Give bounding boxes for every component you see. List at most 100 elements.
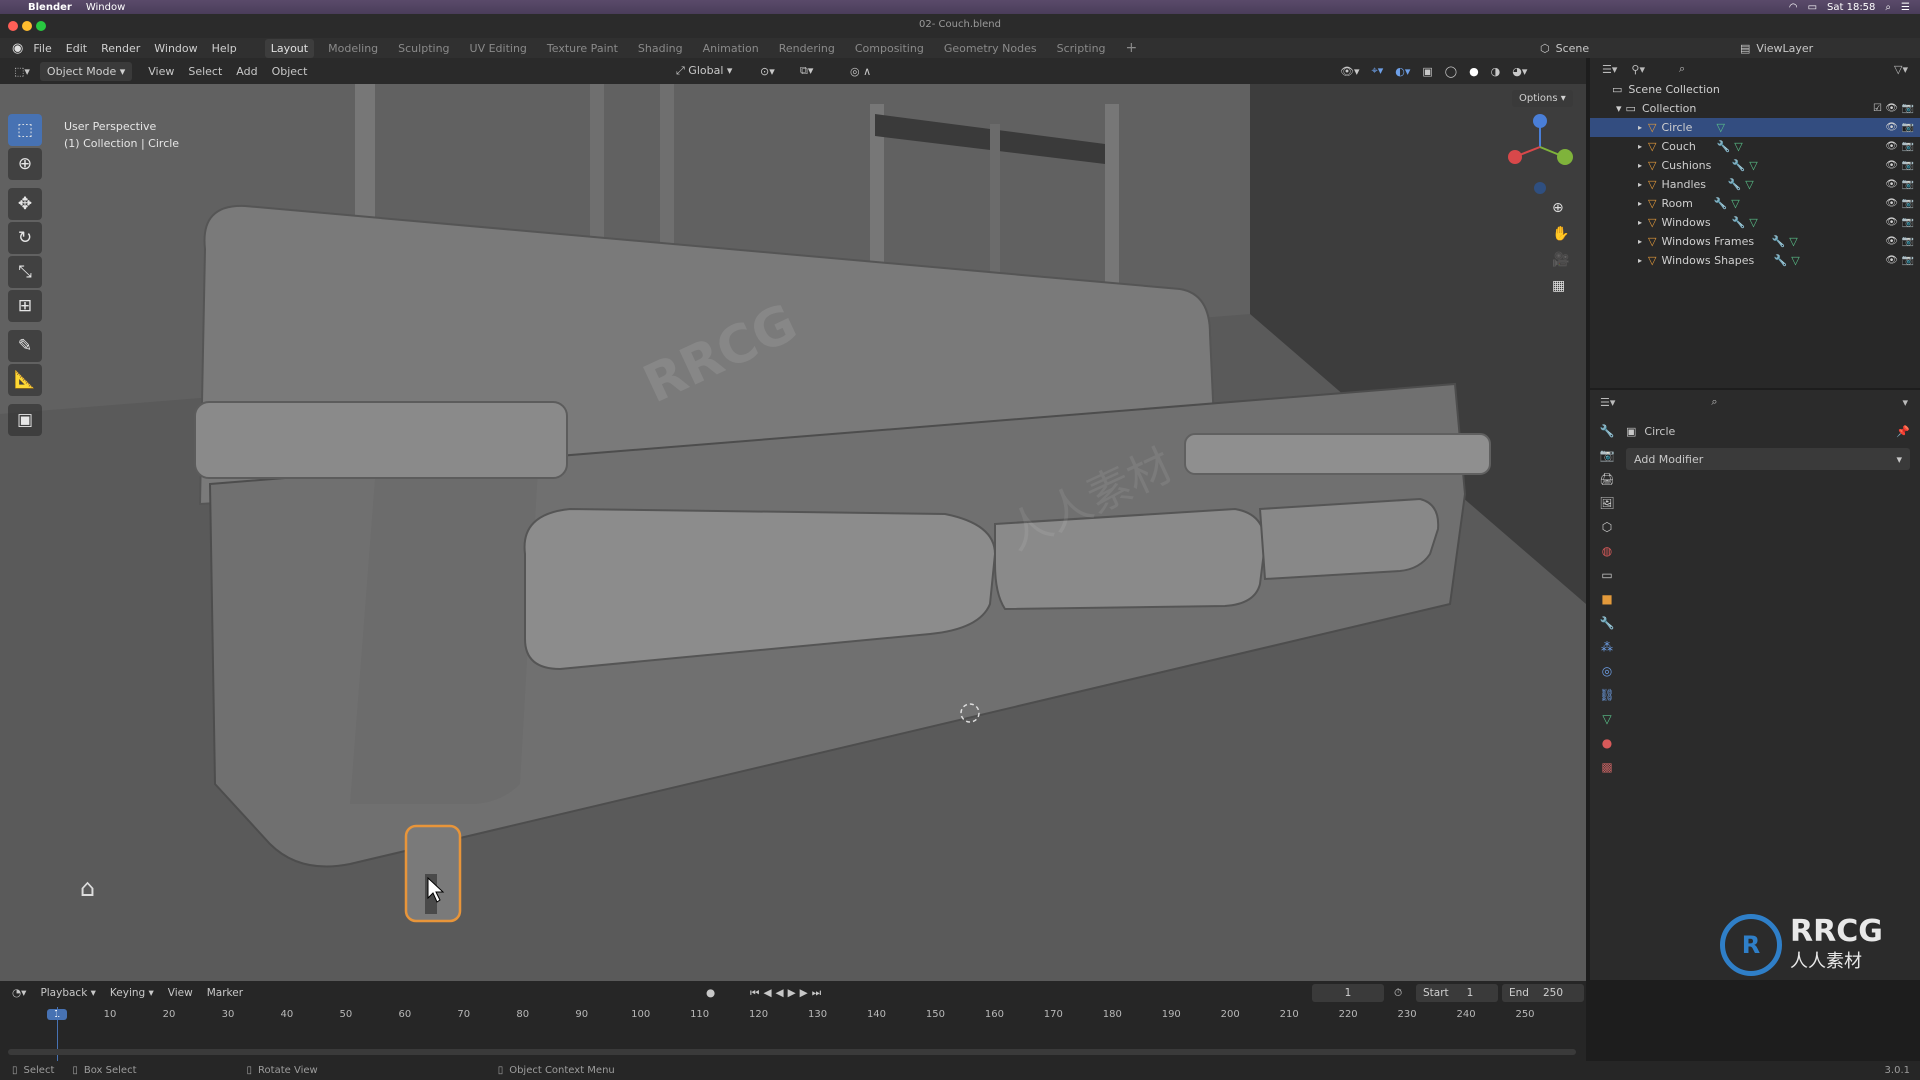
particles-tab-icon[interactable]: ⁂ [1601, 640, 1613, 654]
menu-edit[interactable]: Edit [66, 42, 87, 55]
measure-tool-icon[interactable]: 📐 [8, 364, 42, 396]
eye-icon[interactable]: 👁 [1885, 236, 1898, 247]
mesh-data-icon[interactable]: ▽ [1734, 140, 1742, 153]
record-icon[interactable]: ● [706, 987, 715, 999]
outliner-collection[interactable]: ▾ ▭ Collection ☑ 👁 📷 [1590, 99, 1920, 118]
expand-arrow-icon[interactable]: ▸ [1638, 199, 1642, 208]
mesh-data-icon[interactable]: ▽ [1716, 121, 1724, 134]
menu-add[interactable]: Add [236, 65, 257, 78]
output-tab-icon[interactable]: 🖨 [1599, 472, 1614, 486]
camera-icon[interactable]: 📷 [1902, 198, 1914, 209]
clock[interactable]: Sat 18:58 [1827, 2, 1875, 13]
collapse-icon[interactable]: ▾ [1902, 396, 1908, 409]
material-shading-icon[interactable]: ◑ [1491, 65, 1501, 78]
tab-shading[interactable]: Shading [638, 42, 683, 55]
pin-icon[interactable]: 📌 [1896, 425, 1910, 438]
scene-icon[interactable]: ⬡ [1540, 42, 1550, 55]
orientation-selector[interactable]: ⤢ Global ▾ [676, 64, 732, 78]
camera-icon[interactable]: 📷 [1902, 236, 1914, 247]
eye-icon[interactable]: 👁 [1885, 141, 1898, 152]
expand-arrow-icon[interactable]: ▸ [1638, 123, 1642, 132]
outliner-item-couch[interactable]: ▸ ▽ Couch 🔧 ▽ 👁 📷 [1590, 137, 1920, 156]
camera-icon[interactable]: 📷 [1902, 179, 1914, 190]
window-menu[interactable]: Window [86, 2, 125, 13]
menu-keying[interactable]: Keying ▾ [110, 987, 154, 999]
pan-hand-icon[interactable]: ✋ [1552, 226, 1569, 242]
camera-icon[interactable]: 📷 [1902, 141, 1914, 152]
outliner-item-room[interactable]: ▸ ▽ Room 🔧 ▽ 👁 📷 [1590, 194, 1920, 213]
editor-type-icon[interactable]: ⬚▾ [14, 65, 30, 78]
3d-viewport[interactable]: User Perspective (1) Collection | Circle… [0, 84, 1586, 981]
battery-icon[interactable]: ▭ [1808, 2, 1817, 13]
mode-selector[interactable]: Object Mode ▾ [39, 61, 133, 81]
outliner-search-icon[interactable]: ⌕ [1679, 62, 1685, 76]
eye-icon[interactable]: 👁 [1885, 160, 1898, 171]
transform-tool-icon[interactable]: ⊞ [8, 290, 42, 322]
rotate-tool-icon[interactable]: ↻ [8, 222, 42, 254]
modifier-tab-icon[interactable]: 🔧 [1600, 616, 1615, 630]
object-tab-icon[interactable]: ■ [1601, 592, 1612, 606]
add-workspace-icon[interactable]: + [1126, 40, 1138, 56]
stopwatch-icon[interactable]: ⏱ [1394, 987, 1402, 1000]
expand-arrow-icon[interactable]: ▸ [1638, 161, 1642, 170]
outliner-item-windows-frames[interactable]: ▸ ▽ Windows Frames 🔧 ▽ 👁 📷 [1590, 232, 1920, 251]
snap-icon[interactable]: ⧉▾ [800, 64, 813, 78]
editor-type-icon[interactable]: ☰▾ [1600, 396, 1615, 409]
ortho-grid-icon[interactable]: ▦ [1552, 278, 1569, 294]
proportional-edit-icon[interactable]: ◎ ∧ [850, 65, 871, 78]
texture-tab-icon[interactable]: ▩ [1601, 760, 1612, 774]
menu-marker[interactable]: Marker [207, 987, 243, 999]
modifier-icon[interactable]: 🔧 [1731, 159, 1745, 172]
display-mode-icon[interactable]: ☰▾ [1602, 63, 1617, 76]
modifier-icon[interactable]: 🔧 [1731, 216, 1745, 229]
menu-render[interactable]: Render [101, 42, 140, 55]
modifier-icon[interactable]: 🔧 [1716, 140, 1730, 153]
filter-icon-left[interactable]: ⚲▾ [1631, 63, 1645, 76]
frame-ruler[interactable]: 1102030405060708090100110120130140150160… [0, 1007, 1586, 1025]
mesh-data-icon[interactable]: ▽ [1789, 235, 1797, 248]
start-frame-field[interactable]: Start 1 [1416, 984, 1498, 1002]
eye-icon[interactable]: 👁 [1885, 103, 1898, 114]
outliner-item-circle[interactable]: ▸ ▽ Circle ▽ 👁 📷 [1590, 118, 1920, 137]
tab-compositing[interactable]: Compositing [855, 42, 924, 55]
gizmo-neg-z-icon[interactable] [1534, 182, 1546, 194]
end-frame-field[interactable]: End 250 [1502, 984, 1584, 1002]
tool-tab-icon[interactable]: 🔧 [1600, 424, 1615, 438]
solid-shading-icon[interactable]: ● [1469, 65, 1479, 78]
menu-help[interactable]: Help [212, 42, 237, 55]
outliner-item-windows[interactable]: ▸ ▽ Windows 🔧 ▽ 👁 📷 [1590, 213, 1920, 232]
add-cube-tool-icon[interactable]: ▣ [8, 404, 42, 436]
tab-layout[interactable]: Layout [264, 38, 315, 58]
gizmo-toggle-icon[interactable]: ⌖▾ [1372, 64, 1384, 78]
expand-arrow-icon[interactable]: ▾ [1616, 102, 1622, 115]
timeline-scrollbar[interactable] [8, 1049, 1576, 1055]
select-box-tool-icon[interactable]: ⬚ [8, 114, 42, 146]
expand-arrow-icon[interactable]: ▸ [1638, 237, 1642, 246]
gizmo-z-icon[interactable] [1533, 114, 1547, 128]
modifier-icon[interactable]: 🔧 [1771, 235, 1785, 248]
annotate-tool-icon[interactable]: ✎ [8, 330, 42, 362]
tab-uv-editing[interactable]: UV Editing [470, 42, 527, 55]
tab-rendering[interactable]: Rendering [779, 42, 835, 55]
playback-controls[interactable]: ⏮◀◀▶▶⏭ [750, 987, 825, 1000]
camera-icon[interactable]: 📷 [1902, 160, 1914, 171]
modifier-icon[interactable]: 🔧 [1727, 178, 1741, 191]
scale-tool-icon[interactable]: ⤡ [8, 256, 42, 288]
properties-search-icon[interactable]: ⌕ [1711, 395, 1717, 409]
mesh-data-icon[interactable]: ▽ [1731, 197, 1739, 210]
current-frame-field[interactable]: 1 [1312, 984, 1384, 1002]
options-button[interactable]: Options ▾ [1512, 90, 1573, 107]
menu-playback[interactable]: Playback ▾ [40, 987, 95, 999]
object-name[interactable]: Circle [1644, 425, 1675, 438]
rendered-shading-icon[interactable]: ◕▾ [1512, 65, 1527, 78]
eye-icon[interactable]: 👁 [1885, 255, 1898, 266]
eye-icon[interactable]: 👁 [1885, 198, 1898, 209]
add-modifier-dropdown[interactable]: Add Modifier ▾ [1626, 448, 1910, 470]
render-tab-icon[interactable]: 📷 [1600, 448, 1615, 462]
camera-icon[interactable]: 📷 [1902, 122, 1914, 133]
tab-geometry-nodes[interactable]: Geometry Nodes [944, 42, 1037, 55]
menu-file[interactable]: File [33, 42, 51, 55]
camera-view-icon[interactable]: 🎥 [1552, 252, 1569, 268]
menu-object[interactable]: Object [272, 65, 308, 78]
mesh-data-icon[interactable]: ▽ [1791, 254, 1799, 267]
